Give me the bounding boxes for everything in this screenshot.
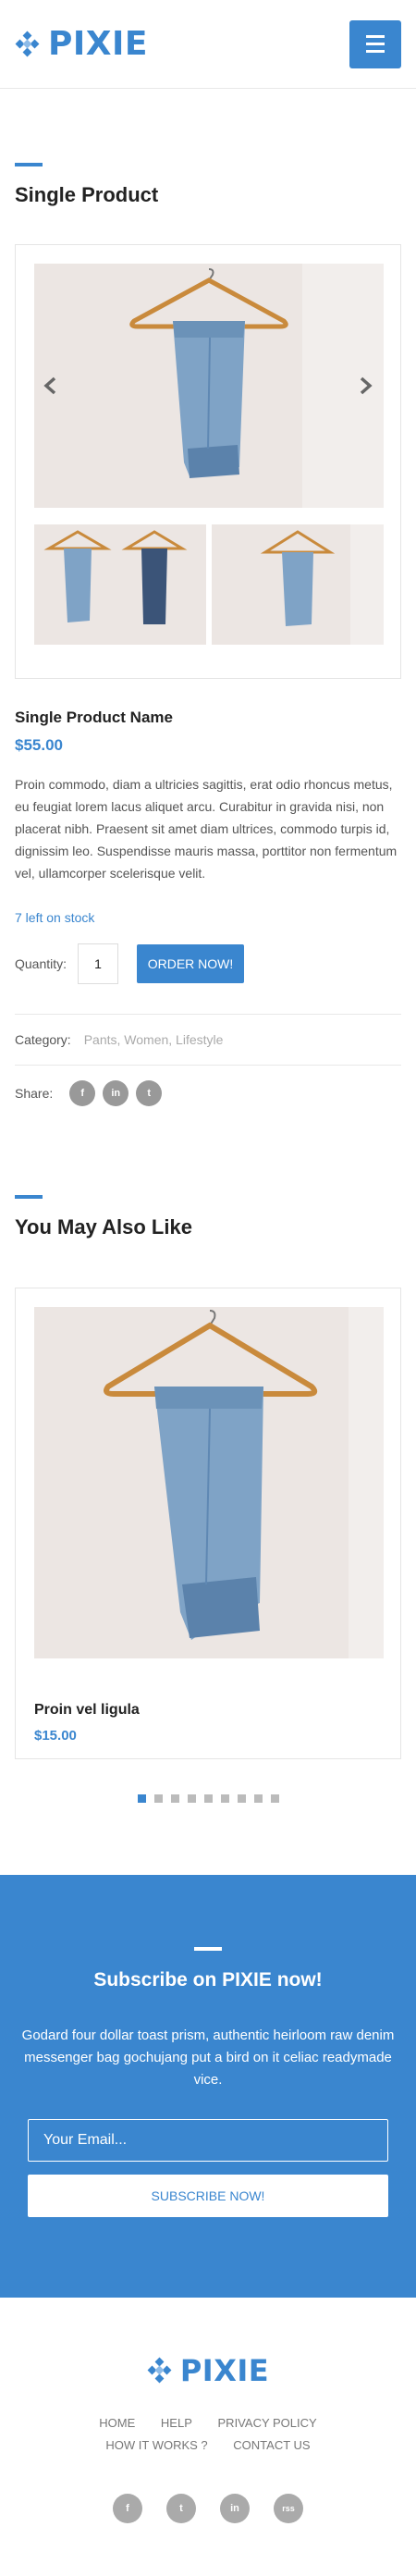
footer-link-home[interactable]: HOME	[99, 2412, 135, 2434]
menu-button[interactable]	[349, 19, 401, 68]
rss-icon[interactable]: rss	[274, 2494, 303, 2523]
related-product-image[interactable]	[34, 1307, 384, 1658]
quantity-row: Quantity: ORDER NOW!	[15, 943, 401, 984]
logo-mark-icon	[15, 31, 41, 57]
pagination-dot[interactable]	[187, 1794, 196, 1803]
product-gallery	[15, 244, 401, 679]
footer-link-privacy[interactable]: PRIVACY POLICY	[218, 2412, 317, 2434]
site-footer: PIXIE HOME HELP PRIVACY POLICY HOW IT WO…	[0, 2298, 416, 2523]
subscribe-section: Subscribe on PIXIE now! Godard four doll…	[0, 1875, 416, 2298]
pagination-dot[interactable]	[237, 1794, 246, 1803]
product-description: Proin commodo, diam a ultricies sagittis…	[15, 777, 398, 881]
gallery-thumbnail[interactable]	[212, 524, 384, 645]
section-title: You May Also Like	[15, 1215, 192, 1239]
logo-text: PIXIE	[179, 2353, 270, 2388]
subscribe-text: Godard four dollar toast prism, authenti…	[21, 2028, 395, 2088]
category-value[interactable]: Pants, Women, Lifestyle	[84, 1032, 224, 1047]
share-row: Share: f in t	[15, 1066, 401, 1121]
subscribe-button[interactable]: SUBSCRIBE NOW!	[28, 2175, 388, 2217]
section-accent-bar	[15, 163, 43, 166]
order-now-button[interactable]: ORDER NOW!	[137, 944, 244, 983]
hamburger-icon	[366, 35, 385, 38]
section-title: Single Product	[15, 183, 159, 206]
pagination-dot[interactable]	[270, 1794, 279, 1803]
twitter-icon[interactable]: t	[166, 2494, 196, 2523]
linkedin-icon[interactable]: in	[103, 1080, 129, 1106]
subscribe-title: Subscribe on PIXIE now!	[93, 1969, 323, 1991]
site-header: PIXIE	[0, 0, 416, 89]
category-label: Category:	[15, 1032, 71, 1047]
product-price: $55.00	[15, 736, 63, 754]
pagination-dot[interactable]	[170, 1794, 179, 1803]
section-accent-bar	[194, 1947, 222, 1951]
footer-social: f t in rss	[0, 2494, 416, 2523]
related-product-name[interactable]: Proin vel ligula	[34, 1702, 140, 1719]
pagination-dot[interactable]	[203, 1794, 213, 1803]
gallery-prev-button[interactable]	[42, 376, 60, 395]
pagination-dot[interactable]	[253, 1794, 263, 1803]
gallery-thumbnail[interactable]	[34, 524, 206, 645]
logo[interactable]: PIXIE	[15, 25, 148, 63]
quantity-input[interactable]	[78, 943, 118, 984]
footer-nav: HOME HELP PRIVACY POLICY HOW IT WORKS ? …	[28, 2412, 388, 2457]
share-label: Share:	[15, 1086, 54, 1101]
related-section: You May Also Like Proin vel ligula $15.0…	[0, 1195, 416, 1803]
logo-text: PIXIE	[48, 25, 149, 63]
pagination-dot[interactable]	[137, 1794, 146, 1803]
twitter-icon[interactable]: t	[136, 1080, 163, 1106]
related-product-card[interactable]: Proin vel ligula $15.00	[15, 1288, 401, 1759]
linkedin-icon[interactable]: in	[220, 2494, 250, 2523]
footer-logo[interactable]: PIXIE	[0, 2353, 416, 2388]
pagination-dot[interactable]	[220, 1794, 229, 1803]
related-product-price: $15.00	[34, 1728, 77, 1744]
carousel-pagination	[0, 1794, 416, 1803]
section-accent-bar	[15, 1195, 43, 1199]
category-row: Category: Pants, Women, Lifestyle	[15, 1015, 401, 1065]
email-input[interactable]	[28, 2119, 388, 2162]
facebook-icon[interactable]: f	[113, 2494, 142, 2523]
product-name: Single Product Name	[15, 709, 173, 726]
footer-link-help[interactable]: HELP	[161, 2412, 192, 2434]
product-main-image[interactable]	[34, 264, 384, 508]
chevron-left-icon	[43, 376, 56, 395]
pagination-dot[interactable]	[153, 1794, 163, 1803]
gallery-next-button[interactable]	[356, 376, 374, 395]
footer-link-how-it-works[interactable]: HOW IT WORKS ?	[105, 2434, 207, 2457]
stock-status: 7 left on stock	[15, 910, 95, 925]
chevron-right-icon	[360, 376, 373, 395]
product-section: Single Product Single Product Name $55.0…	[0, 163, 416, 1121]
quantity-label: Quantity:	[15, 956, 67, 971]
logo-mark-icon	[147, 2357, 173, 2384]
footer-link-contact[interactable]: CONTACT US	[233, 2434, 310, 2457]
facebook-icon[interactable]: f	[69, 1080, 96, 1106]
